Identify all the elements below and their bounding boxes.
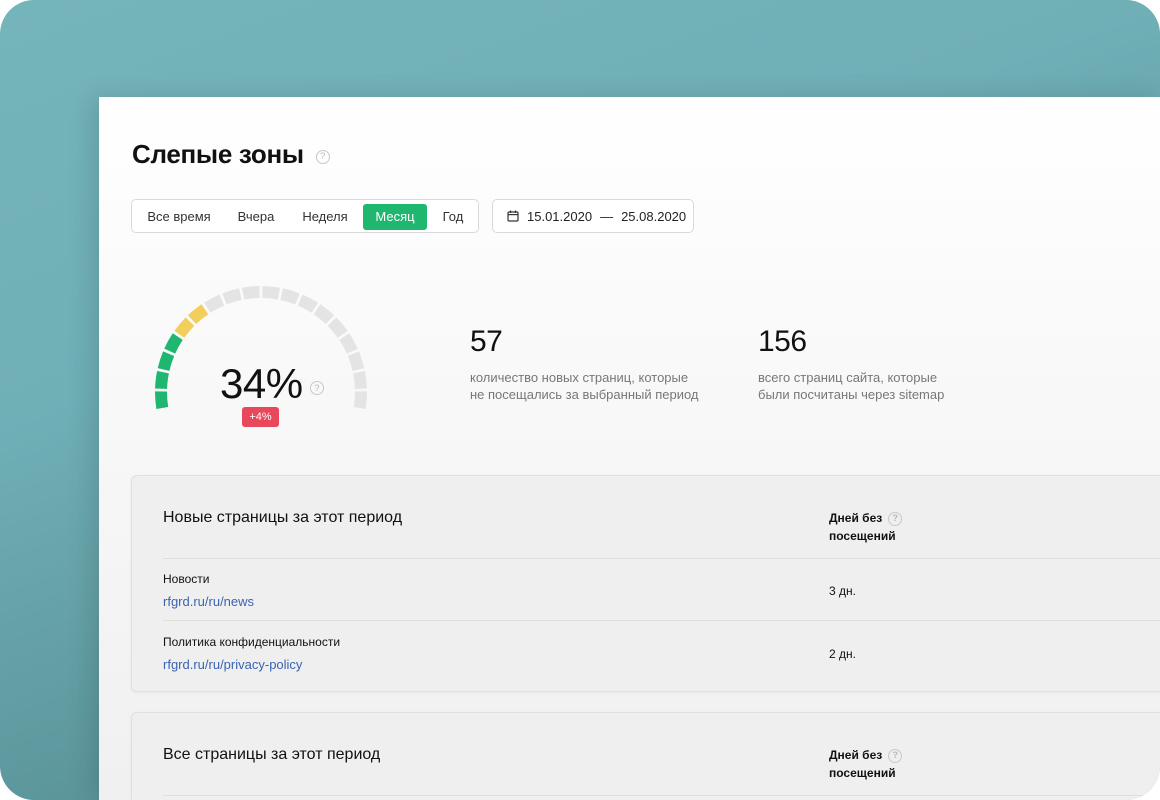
delta-badge: +4%: [242, 407, 279, 427]
days-without-visits-header: Дней без? посещений: [829, 746, 903, 782]
dashboard-panel: Слепые зоны ? Все время Вчера Неделя Мес…: [99, 97, 1160, 800]
tab-week[interactable]: Неделя: [290, 204, 360, 230]
tab-year[interactable]: Год: [430, 204, 476, 230]
background: Слепые зоны ? Все время Вчера Неделя Мес…: [0, 0, 1160, 800]
gauge-segment-filled: [174, 317, 195, 338]
stat-description-line: были посчитаны через sitemap: [758, 387, 945, 402]
card-title: Все страницы за этот период: [163, 746, 381, 763]
date-to: 25.08.2020: [621, 208, 687, 224]
tab-month[interactable]: Месяц: [363, 204, 427, 230]
gauge-segment-filled: [187, 304, 209, 325]
tab-yesterday[interactable]: Вчера: [224, 204, 288, 230]
date-separator: —: [600, 208, 614, 224]
column-header-line: Дней без: [829, 748, 883, 762]
divider: [163, 558, 1160, 559]
help-icon[interactable]: ?: [888, 748, 903, 763]
column-header-line: посещений: [829, 529, 896, 543]
days-value: 3 дн.: [829, 584, 856, 598]
all-pages-card: Все страницы за этот период Дней без? по…: [131, 712, 1160, 800]
card-title: Новые страницы за этот период: [163, 509, 403, 526]
stat-description-line: не посещались за выбранный период: [470, 387, 699, 402]
gauge-segment-empty: [327, 317, 348, 338]
new-pages-card: Новые страницы за этот период Дней без? …: [131, 475, 1160, 692]
gauge-segment-filled: [164, 333, 183, 354]
page-name: Новости: [163, 572, 210, 586]
gauge-segment-empty: [339, 333, 358, 354]
gauge-segment-empty: [353, 391, 368, 409]
gauge-segment-empty: [353, 371, 367, 389]
stat-value: 156: [758, 325, 807, 358]
page-name: Политика конфиденциальности: [163, 635, 341, 649]
gauge-segment-filled: [154, 391, 169, 409]
gauge-segment-filled: [155, 371, 169, 389]
gauge-segment-filled: [157, 351, 175, 371]
stat-new-pages: 57 количество новых страниц, которые не …: [470, 325, 700, 403]
tab-all-time[interactable]: Все время: [137, 204, 221, 230]
divider: [163, 620, 1160, 621]
gauge-segment-empty: [297, 294, 319, 313]
stat-total-pages: 156 всего страниц сайта, которые были по…: [758, 325, 988, 403]
column-header-line: Дней без: [829, 511, 883, 525]
help-icon[interactable]: ?: [888, 511, 903, 526]
title-row: Слепые зоны ?: [132, 139, 330, 170]
gauge-value: 34%: [220, 360, 303, 407]
divider: [163, 795, 1160, 796]
page-link[interactable]: rfgrd.ru/ru/privacy-policy: [163, 657, 302, 672]
gauge-help-icon[interactable]: ?: [310, 381, 324, 395]
calendar-icon: [507, 210, 519, 222]
stat-description: всего страниц сайта, которые были посчит…: [758, 369, 988, 403]
gauge-segment-empty: [222, 288, 242, 305]
page-title: Слепые зоны: [132, 139, 304, 169]
days-value: 2 дн.: [829, 647, 856, 661]
column-header-line: посещений: [829, 766, 896, 780]
stat-description-line: количество новых страниц, которые: [470, 370, 689, 385]
gauge-segment-empty: [313, 304, 335, 325]
gauge-segment-empty: [280, 288, 300, 305]
gauge-segment-empty: [262, 286, 280, 300]
gauge-segment-empty: [203, 294, 225, 313]
page-link[interactable]: rfgrd.ru/ru/news: [163, 594, 254, 609]
date-from: 15.01.2020: [527, 208, 593, 224]
stat-value: 57: [470, 325, 503, 358]
date-range-picker[interactable]: 15.01.2020 — 25.08.2020: [492, 199, 694, 233]
help-icon[interactable]: ?: [315, 149, 330, 164]
stat-description: количество новых страниц, которые не пос…: [470, 369, 700, 403]
gauge-segment-empty: [242, 286, 260, 300]
stat-description-line: всего страниц сайта, которые: [758, 370, 938, 385]
period-tabs: Все время Вчера Неделя Месяц Год: [131, 199, 479, 233]
gauge-segment-empty: [347, 351, 365, 371]
days-without-visits-header: Дней без? посещений: [829, 509, 903, 545]
